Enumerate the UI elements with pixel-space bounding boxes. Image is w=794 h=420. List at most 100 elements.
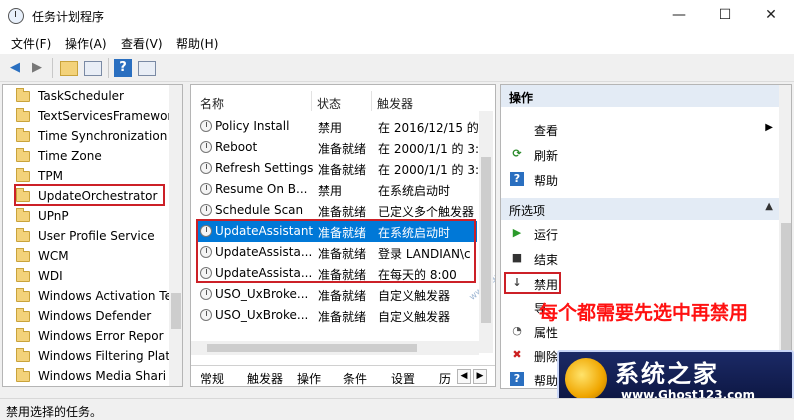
close-button[interactable]: ✕ xyxy=(748,0,794,30)
tab-triggers[interactable]: 触发器 xyxy=(247,370,283,386)
task-status: 禁用 xyxy=(318,121,343,135)
action-refresh[interactable]: ⟳ 刷新 xyxy=(507,143,777,165)
status-bar: 禁用选择的任务。 xyxy=(0,398,794,420)
minimize-button[interactable]: — xyxy=(656,0,702,30)
tree-item[interactable]: User Profile Service xyxy=(3,226,173,246)
menu-file[interactable]: 文件(F) xyxy=(11,35,51,52)
maximize-button[interactable]: ☐ xyxy=(702,0,748,30)
tree-item[interactable]: Windows Activation Te xyxy=(3,286,173,306)
tab-history[interactable]: 历 xyxy=(439,370,451,386)
tree-item[interactable]: Windows Defender xyxy=(3,306,173,326)
forward-arrow-icon[interactable]: ▶ xyxy=(28,59,46,77)
column-divider[interactable] xyxy=(311,91,312,111)
menu-action[interactable]: 操作(A) xyxy=(65,35,107,52)
task-clock-icon xyxy=(200,141,212,153)
tree-item-label: User Profile Service xyxy=(38,229,155,243)
tree-scrollbar[interactable] xyxy=(169,85,182,386)
menu-help[interactable]: 帮助(H) xyxy=(176,35,218,52)
folder-icon xyxy=(16,88,30,102)
folder-icon xyxy=(16,368,30,382)
actions-pane: 操作 查看 ▶ ⟳ 刷新 ? 帮助 所选项 ▲ ▶ 运行 ■ 结束 ↓ 禁用 导… xyxy=(500,84,792,389)
title-bar: 任务计划程序 — ☐ ✕ xyxy=(0,0,794,32)
task-name: Schedule Scan xyxy=(215,203,304,217)
task-row[interactable]: Policy Install 禁用 在 2016/12/15 的 xyxy=(197,116,478,137)
tree-item[interactable]: TaskScheduler xyxy=(3,86,173,106)
task-row[interactable]: USO_UxBroke... 准备就绪 自定义触发器 xyxy=(197,284,477,305)
actions-header-label: 操作 xyxy=(509,91,534,105)
task-status: 准备就绪 xyxy=(318,310,367,324)
action-help[interactable]: ? 帮助 xyxy=(507,168,777,190)
column-divider[interactable] xyxy=(371,91,372,111)
task-row[interactable]: Schedule Scan 准备就绪 已定义多个触发器 xyxy=(197,200,477,221)
task-status: 准备就绪 xyxy=(318,163,367,177)
tree-item-label: Windows Media Shari xyxy=(38,369,167,383)
selection-highlight-box xyxy=(14,184,165,206)
action-run[interactable]: ▶ 运行 xyxy=(507,222,777,244)
tree-item[interactable]: Windows Error Repor xyxy=(3,326,173,346)
tree-item-label: Time Synchronization xyxy=(38,129,168,143)
column-header-status[interactable]: 状态 xyxy=(317,95,341,112)
task-list-scrollbar-thumb[interactable] xyxy=(481,157,491,323)
task-name: Refresh Settings xyxy=(215,161,314,175)
status-text: 禁用选择的任务。 xyxy=(6,405,103,419)
tree-item[interactable]: UPnP xyxy=(3,206,173,226)
tab-conditions[interactable]: 条件 xyxy=(343,370,367,386)
task-trigger: 自定义触发器 xyxy=(378,310,451,324)
folder-up-icon[interactable] xyxy=(60,61,78,76)
tree-item[interactable]: WCM xyxy=(3,246,173,266)
show-hide-tree-icon[interactable] xyxy=(84,61,102,76)
action-label: 帮助 xyxy=(534,174,559,188)
collapse-arrow-icon[interactable]: ▲ xyxy=(765,201,773,212)
folder-icon xyxy=(16,268,30,282)
task-status: 准备就绪 xyxy=(318,205,367,219)
menu-view[interactable]: 查看(V) xyxy=(121,35,163,52)
tab-general[interactable]: 常规 xyxy=(200,370,224,386)
action-label: 查看 xyxy=(534,124,559,138)
column-header-name[interactable]: 名称 xyxy=(200,95,224,112)
actions-header[interactable]: 操作 xyxy=(501,85,779,107)
task-row[interactable]: Refresh Settings 准备就绪在 2000/1/1 的 3: xyxy=(197,158,478,179)
tree-item[interactable]: Time Zone xyxy=(3,146,173,166)
tab-settings[interactable]: 设置 xyxy=(391,370,415,386)
tree-scrollbar-thumb[interactable] xyxy=(171,293,181,329)
task-scheduler-icon xyxy=(8,8,24,24)
menu-bar: 文件(F) 操作(A) 查看(V) 帮助(H) xyxy=(0,32,794,54)
task-name: USO_UxBroke... xyxy=(215,308,309,322)
back-arrow-icon[interactable]: ◀ xyxy=(6,59,24,77)
task-name: Resume On B... xyxy=(215,182,308,196)
task-row[interactable]: Resume On B... 禁用 在系统启动时 xyxy=(197,179,477,200)
tree-item[interactable]: TextServicesFramewor xyxy=(3,106,173,126)
task-clock-icon xyxy=(200,162,212,174)
annotation-callout: 每个都需要先选中再禁用 xyxy=(539,302,749,324)
task-trigger: 在系统启动时 xyxy=(378,184,451,198)
library-tree: TaskScheduler TextServicesFramewor Time … xyxy=(2,84,183,387)
show-hide-actions-icon[interactable] xyxy=(138,61,156,76)
tree-item-label: TextServicesFramewor xyxy=(38,109,173,123)
folder-icon xyxy=(16,108,30,122)
tree-item[interactable]: Time Synchronization xyxy=(3,126,173,146)
tab-scroll-right-icon[interactable]: ▶ xyxy=(473,369,487,384)
tab-scroll-left-icon[interactable]: ◀ xyxy=(457,369,471,384)
tree-item[interactable]: Windows Filtering Plat xyxy=(3,346,173,366)
logo-emblem-icon xyxy=(565,358,607,400)
toolbar-separator xyxy=(108,58,109,78)
folder-icon xyxy=(16,328,30,342)
action-view[interactable]: 查看 ▶ xyxy=(507,118,777,140)
task-detail-tabs: 常规 触发器 操作 条件 设置 历 ◀ ▶ xyxy=(191,365,495,386)
tree-item-label: Windows Activation Te xyxy=(38,289,172,303)
tree-item-label: Time Zone xyxy=(38,149,102,163)
task-clock-icon xyxy=(200,120,212,132)
column-header-trigger[interactable]: 触发器 xyxy=(377,95,413,112)
tree-item-label: Windows Error Repor xyxy=(38,329,164,343)
tree-item[interactable]: TPM xyxy=(3,166,173,186)
task-row[interactable]: Reboot 准备就绪在 2000/1/1 的 3: xyxy=(197,137,478,158)
action-label: 刷新 xyxy=(534,149,559,163)
tree-item[interactable]: WDI xyxy=(3,266,173,286)
action-end[interactable]: ■ 结束 xyxy=(507,247,777,269)
tree-item[interactable]: Windows Media Shari xyxy=(3,366,173,386)
task-list-hscroll-thumb[interactable] xyxy=(207,344,417,352)
tab-actions[interactable]: 操作 xyxy=(297,370,321,386)
selected-item-header[interactable]: 所选项 ▲ xyxy=(501,198,779,220)
task-row[interactable]: USO_UxBroke... 准备就绪 自定义触发器 xyxy=(197,305,477,326)
help-icon[interactable]: ? xyxy=(114,59,132,77)
